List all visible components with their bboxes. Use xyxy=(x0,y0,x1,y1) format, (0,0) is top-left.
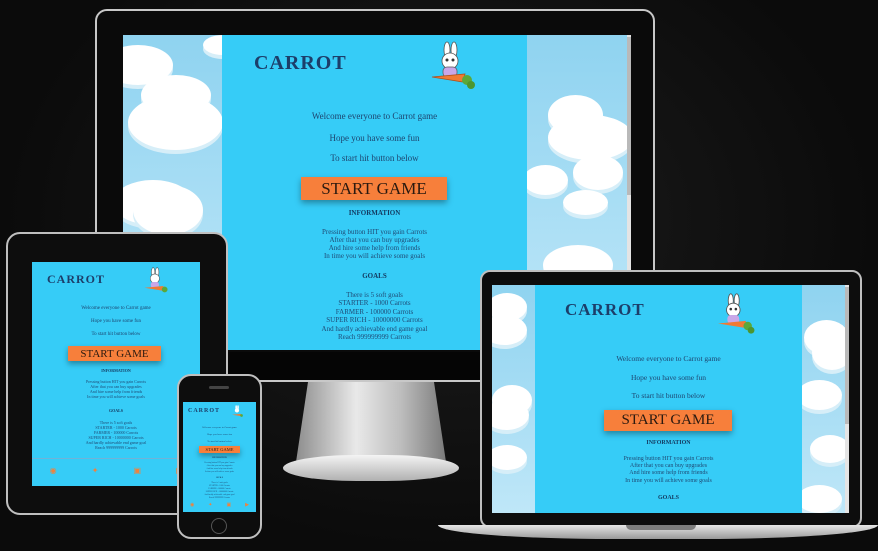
cloud xyxy=(133,185,203,235)
rabbit-on-carrot-icon xyxy=(718,293,755,334)
cloud xyxy=(128,95,223,150)
facebook-icon[interactable]: ◉ xyxy=(50,466,57,475)
game-title: CARROT xyxy=(47,272,106,286)
info-line: And hire some help from friends xyxy=(328,244,421,252)
footer-divider xyxy=(32,458,200,459)
hope-text: Hope you have some fun xyxy=(329,133,420,143)
rabbit-on-carrot-icon xyxy=(144,267,168,293)
instruction-text: To start hit button below xyxy=(207,440,232,443)
welcome-text: Welcome everyone to Carrot game xyxy=(202,426,237,429)
goal-line: And hardly achievable end game goal xyxy=(204,494,235,496)
game-panel: CARROT Welcome everyone to Carrot game H… xyxy=(183,402,256,512)
hope-text: Hope you have some fun xyxy=(207,433,232,436)
twitter-icon[interactable]: ✦ xyxy=(92,466,99,475)
monitor-stand-foot xyxy=(283,455,459,481)
hope-text: Hope you have some fun xyxy=(91,319,141,324)
goal-line: STARTER - 1000 Carrots xyxy=(209,485,230,487)
scrollbar-thumb[interactable] xyxy=(845,287,849,424)
game-title: CARROT xyxy=(254,52,347,74)
scrollbar[interactable] xyxy=(845,285,849,513)
cloud xyxy=(797,485,842,513)
tablet-screen: CARROT Welcome everyone to Carrot game H… xyxy=(32,262,200,486)
monitor-stand-neck xyxy=(296,382,446,462)
information-heading: INFORMATION xyxy=(212,457,227,459)
goals-heading: GOALS xyxy=(108,408,123,413)
cloud xyxy=(523,165,568,195)
game-title: CARROT xyxy=(565,300,645,319)
game-title: CARROT xyxy=(188,408,221,414)
goal-line: Reach 999999999 Carrots xyxy=(95,445,137,450)
phone-screen: CARROT Welcome everyone to Carrot game H… xyxy=(183,402,256,512)
cloud xyxy=(563,190,608,215)
cloud xyxy=(810,435,849,463)
info-line: Pressing button HIT you gain Carrots xyxy=(321,228,428,236)
rabbit-on-carrot-icon xyxy=(232,405,243,417)
information-heading: INFORMATION xyxy=(646,440,691,446)
welcome-text: Welcome everyone to Carrot game xyxy=(616,354,721,363)
cloud xyxy=(812,335,849,370)
laptop-notch xyxy=(626,525,696,530)
info-line: After that you can buy upgrades xyxy=(629,463,708,469)
welcome-text: Welcome everyone to Carrot game xyxy=(311,111,438,121)
goal-line: Reach 999999999 Carrots xyxy=(209,497,230,499)
phone-home-button[interactable] xyxy=(211,518,227,534)
start-game-button[interactable]: START GAME xyxy=(301,177,447,200)
social-footer: ◉ ✦ ▣ ▶ xyxy=(183,502,256,508)
start-game-button[interactable]: START GAME xyxy=(604,410,732,431)
game-panel: CARROT Welcome everyone to Carrot game H… xyxy=(32,262,200,486)
goals-heading: GOALS xyxy=(215,477,223,479)
cloud xyxy=(548,115,631,160)
cloud xyxy=(492,445,527,470)
information-heading: INFORMATION xyxy=(348,209,401,217)
start-game-button[interactable]: START GAME xyxy=(68,346,161,361)
goals-heading: GOALS xyxy=(657,495,679,501)
instruction-text: To start hit button below xyxy=(631,391,706,400)
info-line: After that you can buy upgrades xyxy=(329,236,420,244)
info-line: After that you can buy upgrades xyxy=(206,465,233,467)
laptop-screen: CARROT Welcome everyone to Carrot game H… xyxy=(492,285,849,513)
info-line: Pressing button HIT you gain Carrots xyxy=(623,456,714,462)
facebook-icon[interactable]: ◉ xyxy=(190,502,194,508)
info-line: And hire some help from friends xyxy=(629,470,708,476)
cloud xyxy=(492,400,529,430)
hope-text: Hope you have some fun xyxy=(631,373,706,382)
welcome-text: Welcome everyone to Carrot game xyxy=(81,306,151,311)
start-game-button[interactable]: START GAME xyxy=(199,446,240,453)
scrollbar-thumb[interactable] xyxy=(627,37,631,195)
info-line: In time you will achieve some goals xyxy=(625,478,712,484)
instagram-icon[interactable]: ▣ xyxy=(134,466,142,475)
youtube-icon[interactable]: ▶ xyxy=(245,502,249,508)
goal-line: FARMER - 100000 Carrots xyxy=(208,488,231,490)
info-line: In time you will achieve some goals xyxy=(205,471,234,473)
instruction-text: To start hit button below xyxy=(330,153,419,163)
phone-speaker xyxy=(209,386,229,389)
goal-line: There is 5 soft goals xyxy=(211,482,228,484)
info-line: And hire some help from friends xyxy=(206,468,233,470)
twitter-icon[interactable]: ✦ xyxy=(208,502,212,508)
game-panel: CARROT Welcome everyone to Carrot game H… xyxy=(535,285,802,513)
goal-line: SUPER RICH - 10000000 Carrots xyxy=(205,491,234,493)
cloud xyxy=(573,155,623,190)
instagram-icon[interactable]: ▣ xyxy=(226,502,231,508)
social-footer: ◉ ✦ ▣ ▶ xyxy=(32,466,200,475)
cloud xyxy=(797,380,842,410)
instruction-text: To start hit button below xyxy=(91,332,141,337)
cloud xyxy=(492,315,527,345)
info-line: In time you will achieve some goals xyxy=(323,252,426,260)
info-line: In time you will achieve some goals xyxy=(87,394,145,399)
information-heading: INFORMATION xyxy=(101,368,131,373)
info-line: Pressing button HIT you gain Carrots xyxy=(204,462,235,464)
rabbit-on-carrot-icon xyxy=(431,41,475,89)
